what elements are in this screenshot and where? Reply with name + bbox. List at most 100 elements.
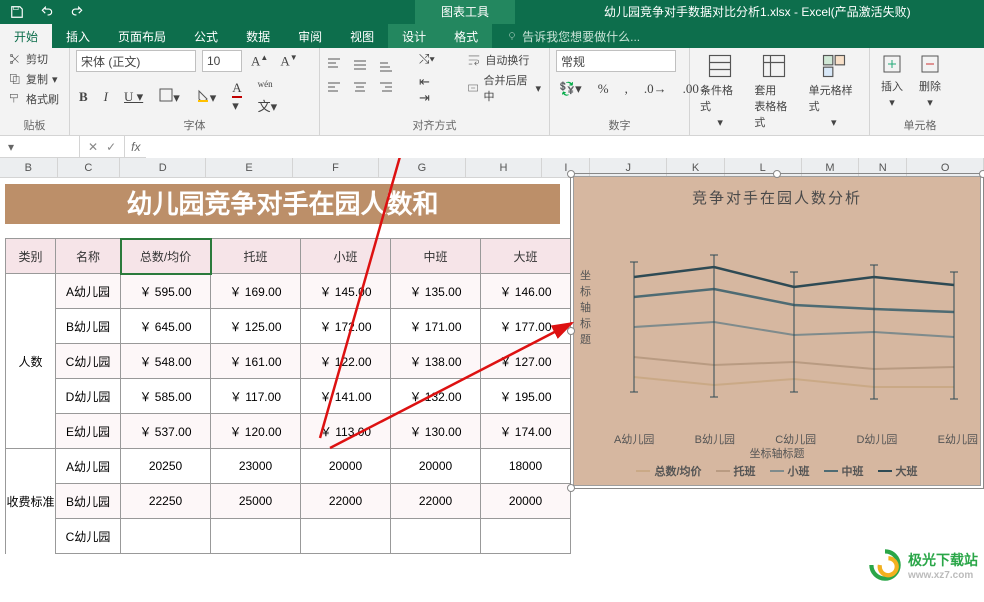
tab-insert[interactable]: 插入 [52, 24, 104, 48]
tab-home[interactable]: 开始 [0, 24, 52, 48]
copy-button[interactable]: 复制▾ [6, 70, 63, 88]
align-right-icon[interactable] [378, 80, 400, 99]
cell-style-button[interactable]: 单元格样式▾ [805, 50, 863, 147]
col-header[interactable]: L [725, 158, 802, 177]
font-name-combo[interactable]: 宋体 (正文) [76, 50, 196, 72]
merge-center-button[interactable]: 合并后居中▾ [465, 71, 543, 105]
cut-button[interactable]: 剪切 [6, 50, 63, 68]
data-cell[interactable]: 18000 [481, 449, 571, 484]
name-cell[interactable]: C幼儿园 [56, 344, 121, 379]
accounting-format-icon[interactable]: 💱▾ [556, 80, 585, 98]
name-cell[interactable]: A幼儿园 [56, 274, 121, 309]
data-cell[interactable]: ￥ 548.00 [121, 344, 211, 379]
col-header[interactable]: O [907, 158, 984, 177]
data-cell[interactable]: 23000 [211, 449, 301, 484]
header-col[interactable]: 小班 [301, 239, 391, 274]
data-cell[interactable] [391, 519, 481, 554]
data-cell[interactable]: 25000 [211, 484, 301, 519]
undo-icon[interactable] [40, 5, 54, 19]
data-cell[interactable]: ￥ 585.00 [121, 379, 211, 414]
chart-legend[interactable]: 总数/均价 托班 小班 中班 大班 [574, 463, 980, 479]
chart-title[interactable]: 竞争对手在园人数分析 [574, 177, 980, 214]
tab-data[interactable]: 数据 [232, 24, 284, 48]
tab-review[interactable]: 审阅 [284, 24, 336, 48]
tab-view[interactable]: 视图 [336, 24, 388, 48]
data-cell[interactable]: ￥ 141.00 [301, 379, 391, 414]
worksheet-area[interactable]: B C D E F G H I J K L M N O 幼儿园竞争对手在园人数和… [0, 158, 984, 602]
data-cell[interactable]: 22000 [301, 484, 391, 519]
data-cell[interactable]: 22250 [121, 484, 211, 519]
data-cell[interactable]: ￥ 195.00 [481, 379, 571, 414]
number-format-combo[interactable]: 常规 [556, 50, 676, 72]
data-cell[interactable] [301, 519, 391, 554]
align-top-icon[interactable] [326, 57, 348, 76]
chart-x-axis-title[interactable]: 坐标轴标题 [574, 445, 980, 461]
data-cell[interactable]: ￥ 161.00 [211, 344, 301, 379]
col-header[interactable]: D [120, 158, 206, 177]
italic-button[interactable]: I [101, 88, 111, 106]
data-cell[interactable] [481, 519, 571, 554]
header-col[interactable]: 中班 [391, 239, 481, 274]
header-name[interactable]: 名称 [56, 239, 121, 274]
col-header[interactable]: J [590, 158, 667, 177]
border-button[interactable]: ▾ [156, 87, 183, 107]
col-header[interactable]: I [542, 158, 590, 177]
data-cell[interactable]: ￥ 172.00 [301, 309, 391, 344]
data-cell[interactable]: ￥ 113.00 [301, 414, 391, 449]
data-cell[interactable]: ￥ 117.00 [211, 379, 301, 414]
data-cell[interactable] [211, 519, 301, 554]
align-left-icon[interactable] [326, 80, 348, 99]
formula-input[interactable] [146, 136, 984, 158]
header-col[interactable]: 托班 [211, 239, 301, 274]
format-painter-button[interactable]: 格式刷 [6, 90, 63, 108]
conditional-format-button[interactable]: 条件格式▾ [696, 50, 744, 147]
increase-decimal-icon[interactable]: .0→ [641, 80, 670, 98]
name-cell[interactable]: C幼儿园 [56, 519, 121, 554]
data-cell[interactable]: ￥ 120.00 [211, 414, 301, 449]
data-cell[interactable]: 20000 [301, 449, 391, 484]
align-middle-icon[interactable] [352, 57, 374, 76]
orientation-button[interactable]: ⤭▾ [416, 50, 449, 68]
col-header[interactable]: F [293, 158, 379, 177]
col-header[interactable]: N [859, 158, 907, 177]
tab-design[interactable]: 设计 [388, 24, 440, 48]
redo-icon[interactable] [70, 5, 84, 19]
name-cell[interactable]: B幼儿园 [56, 309, 121, 344]
name-cell[interactable]: A幼儿园 [56, 449, 121, 484]
align-center-icon[interactable] [352, 80, 374, 99]
increase-font-icon[interactable]: A▲ [248, 52, 271, 70]
header-category[interactable]: 类别 [6, 239, 56, 274]
col-header[interactable]: M [802, 158, 860, 177]
col-header[interactable]: G [379, 158, 465, 177]
increase-indent-icon[interactable]: ⇥ [416, 89, 433, 106]
data-cell[interactable]: ￥ 537.00 [121, 414, 211, 449]
data-cell[interactable]: ￥ 177.00 [481, 309, 571, 344]
col-header[interactable]: B [0, 158, 58, 177]
col-header[interactable]: E [206, 158, 292, 177]
data-cell[interactable]: ￥ 645.00 [121, 309, 211, 344]
tell-me-search[interactable]: 告诉我您想要做什么... [492, 24, 654, 48]
data-cell[interactable]: ￥ 125.00 [211, 309, 301, 344]
comma-format-icon[interactable]: , [622, 80, 631, 98]
col-header[interactable]: C [58, 158, 120, 177]
tab-formulas[interactable]: 公式 [180, 24, 232, 48]
underline-button[interactable]: U ▾ [121, 88, 146, 106]
font-size-combo[interactable]: 10 [202, 50, 242, 72]
tab-layout[interactable]: 页面布局 [104, 24, 180, 48]
bold-button[interactable]: B [76, 88, 91, 106]
data-cell[interactable]: 20000 [391, 449, 481, 484]
decrease-indent-icon[interactable]: ⇤ [416, 73, 433, 90]
data-cell[interactable]: ￥ 174.00 [481, 414, 571, 449]
data-cell[interactable]: ￥ 138.00 [391, 344, 481, 379]
enter-formula-icon[interactable]: ✓ [106, 140, 116, 154]
fill-color-button[interactable]: ▾ [193, 87, 220, 107]
phonetic-button[interactable]: wén文▾ [255, 78, 281, 116]
data-cell[interactable]: ￥ 169.00 [211, 274, 301, 309]
name-cell[interactable]: E幼儿园 [56, 414, 121, 449]
data-cell[interactable]: ￥ 595.00 [121, 274, 211, 309]
align-bottom-icon[interactable] [378, 57, 400, 76]
percent-format-icon[interactable]: % [595, 80, 612, 98]
chart-y-axis-title[interactable]: 坐标轴标题 [580, 267, 594, 347]
data-cell[interactable]: ￥ 127.00 [481, 344, 571, 379]
col-header[interactable]: K [667, 158, 725, 177]
